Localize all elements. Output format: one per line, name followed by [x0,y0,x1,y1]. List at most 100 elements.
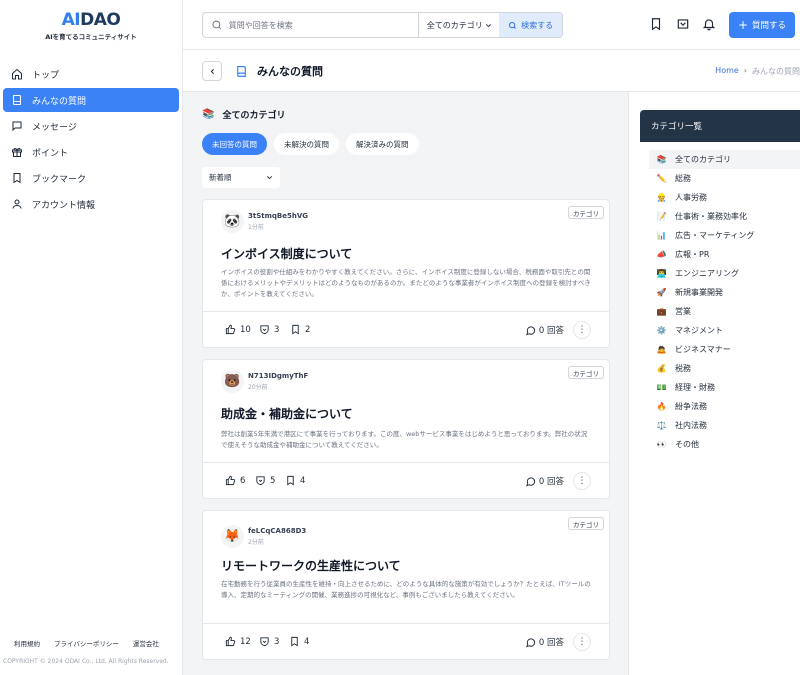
question-filter-tabs: 未回答の質問 未解決の質問 解決済みの質問 [202,133,419,155]
category-item[interactable]: 👨‍💻 エンジニアリング [640,264,800,283]
books-icon: 📚 [656,155,667,164]
tab-unresolved[interactable]: 未解決の質問 [274,133,339,155]
briefcase-icon: 💼 [656,307,667,316]
rocket-icon: 🚀 [656,288,667,297]
category-badge[interactable]: カテゴリ [568,517,604,530]
thumbs-up-icon [225,636,236,647]
company-link[interactable]: 運営会社 [133,638,159,648]
category-panel: カテゴリ一覧 📚 全てのカテゴリ ✏️ 総務 👷 人事労務 📝 仕事術・業務効率化 📊 広… [640,110,800,454]
sidebar-item-points[interactable]: ポイント [3,140,179,164]
bookmark-count[interactable]: 4 [289,636,309,647]
sort-select[interactable]: 新着順 [202,167,280,188]
category-item[interactable]: 💵 経理・財務 [640,378,800,397]
sidebar: AIDAO AIを育てるコミュニティサイト トップ みんなの質問 メッセージ ポ… [0,0,183,675]
bar-chart-icon: 📊 [656,231,667,240]
sidebar-item-label: みんなの質問 [32,96,87,107]
category-item[interactable]: 👷 人事労務 [640,188,800,207]
username[interactable]: N713IDgmyThF [248,372,308,380]
post-time: 20分前 [248,384,268,391]
question-card-footer: 6 5 4 0 回答 ⋮ [203,462,609,498]
answer-count[interactable]: 0 回答 [525,636,564,648]
category-item[interactable]: 👀 その他 [640,435,800,454]
category-item[interactable]: 🚀 新規事業開発 [640,283,800,302]
sidebar-item-top[interactable]: トップ [3,62,179,86]
page-title-bar: みんなの質問 Home › みんなの質問 [183,50,800,92]
question-author: 🐼 3tStmqBe5hVG 1分前 [221,210,308,233]
category-item-all[interactable]: 📚 全てのカテゴリ [649,150,800,169]
question-body: インボイスの役割や仕組みをわかりやすく教えてください。さらに、インボイス制度に登… [221,268,591,298]
sidebar-item-messages[interactable]: メッセージ [3,114,179,138]
heart-count[interactable]: 5 [255,475,275,486]
eyes-icon: 👀 [656,440,667,449]
category-item[interactable]: ⚙️ マネジメント [640,321,800,340]
sort-select-value: 新着順 [209,173,232,182]
search-input[interactable] [228,20,418,30]
sidebar-item-label: ブックマーク [32,174,87,185]
question-title[interactable]: 助成金・補助金について [221,405,353,422]
search-button-label: 検索する [521,20,554,30]
like-count[interactable]: 10 [225,324,251,335]
question-title[interactable]: インボイス制度について [221,245,352,262]
technologist-icon: 👨‍💻 [656,269,667,278]
sidebar-item-questions[interactable]: みんなの質問 [3,88,179,112]
username[interactable]: 3tStmqBe5hVG [248,212,308,220]
category-item[interactable]: 📣 広報・PR [640,245,800,264]
more-options-button[interactable]: ⋮ [573,321,591,339]
question-title[interactable]: リモートワークの生産性について [221,557,401,574]
answer-count[interactable]: 0 回答 [525,475,564,487]
category-panel-header: カテゴリ一覧 [640,110,800,142]
category-select[interactable]: 全てのカテゴリ [417,13,500,37]
page-title: みんなの質問 [235,63,323,79]
message-icon [12,121,22,132]
scales-icon: ⚖️ [656,421,667,430]
category-badge[interactable]: カテゴリ [568,206,604,219]
question-card[interactable]: 🐼 3tStmqBe5hVG 1分前 カテゴリ インボイス制度について インボイ… [202,199,610,348]
bookmark-icon[interactable] [649,17,663,31]
copyright: COPYRIGHT © 2024 ODAI Co., Ltd. All Righ… [3,658,169,665]
ask-question-button[interactable]: + 質問する [729,12,795,38]
category-item[interactable]: 💰 税務 [640,359,800,378]
category-item[interactable]: 📝 仕事術・業務効率化 [640,207,800,226]
inbox-icon[interactable] [676,17,690,31]
category-item[interactable]: 🙇 ビジネスマナー [640,340,800,359]
like-count[interactable]: 6 [225,475,245,486]
top-header: 全てのカテゴリ 検索する + 質問する [183,0,800,50]
username[interactable]: feLCqCA868D3 [248,527,306,535]
category-badge[interactable]: カテゴリ [568,366,604,379]
question-card[interactable]: 🐻 N713IDgmyThF 20分前 カテゴリ 助成金・補助金について 弊社は… [202,359,610,499]
heart-count[interactable]: 3 [259,324,279,335]
chevron-down-icon [266,176,273,180]
bookmark-icon [291,636,298,647]
bookmark-count[interactable]: 2 [290,324,310,335]
category-select-value: 全てのカテゴリ [426,20,483,30]
more-options-button[interactable]: ⋮ [573,633,591,651]
search-button[interactable]: 検索する [499,13,562,37]
more-options-button[interactable]: ⋮ [573,472,591,490]
back-button[interactable] [202,61,222,81]
pencil-icon: ✏️ [656,174,667,183]
category-item[interactable]: ✏️ 総務 [640,169,800,188]
category-item[interactable]: 🔥 紛争法務 [640,397,800,416]
sidebar-footer: 利用規約 プライバシーポリシー 運営会社 COPYRIGHT © 2024 OD… [0,638,183,665]
like-count[interactable]: 12 [225,636,251,647]
question-card[interactable]: 🦊 feLCqCA868D3 2分前 カテゴリ リモートワークの生産性について … [202,510,610,660]
terms-link[interactable]: 利用規約 [14,638,40,648]
logo[interactable]: AIDAO AIを育てるコミュニティサイト [0,0,182,50]
bell-icon[interactable] [702,17,716,31]
heart-count[interactable]: 3 [259,636,279,647]
breadcrumb-home[interactable]: Home [715,66,739,77]
bookmark-count[interactable]: 4 [285,475,305,486]
sidebar-item-label: ポイント [32,148,69,159]
answer-count[interactable]: 0 回答 [525,324,564,336]
category-item[interactable]: 💼 営業 [640,302,800,321]
sidebar-item-bookmarks[interactable]: ブックマーク [3,166,179,190]
tab-unanswered[interactable]: 未回答の質問 [202,133,267,155]
tab-resolved[interactable]: 解決済みの質問 [346,133,419,155]
question-body: 在宅勤務を行う従業員の生産性を維持・向上させるために、どのような具体的な施策が有… [221,580,591,599]
category-item[interactable]: ⚖️ 社内法務 [640,416,800,435]
question-author: 🐻 N713IDgmyThF 20分前 [221,370,308,393]
category-item[interactable]: 📊 広告・マーケティング [640,226,800,245]
sidebar-item-account[interactable]: アカウント情報 [3,192,179,216]
privacy-link[interactable]: プライバシーポリシー [54,638,119,648]
sidebar-item-label: アカウント情報 [32,200,96,211]
